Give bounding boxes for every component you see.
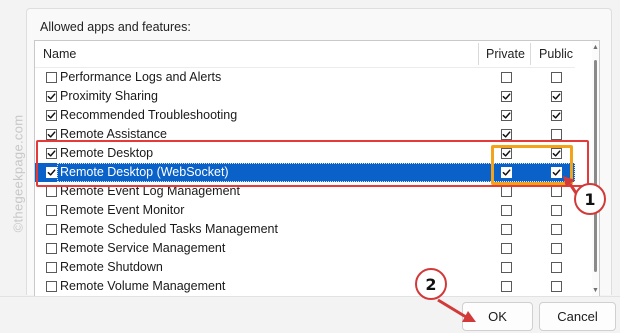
cancel-button[interactable]: Cancel <box>539 302 616 331</box>
enable-checkbox[interactable] <box>46 72 57 83</box>
column-header-name[interactable]: Name <box>43 41 76 67</box>
scroll-up-icon[interactable]: ▲ <box>592 43 599 53</box>
scroll-down-icon[interactable]: ▼ <box>592 286 599 296</box>
private-checkbox[interactable] <box>501 243 512 254</box>
public-checkbox[interactable] <box>551 72 562 83</box>
private-checkbox[interactable] <box>501 72 512 83</box>
enable-checkbox[interactable] <box>46 186 57 197</box>
list-item[interactable]: Remote Service Management <box>35 239 575 258</box>
column-divider <box>530 43 531 65</box>
public-checkbox[interactable] <box>551 110 562 121</box>
list-item[interactable]: Remote Shutdown <box>35 258 575 277</box>
list-item[interactable]: Performance Logs and Alerts <box>35 68 575 87</box>
list-item-label: Remote Event Monitor <box>60 203 185 217</box>
public-checkbox[interactable] <box>551 91 562 102</box>
list-item-label: Remote Volume Management <box>60 279 226 293</box>
private-checkbox[interactable] <box>501 262 512 273</box>
public-checkbox[interactable] <box>551 281 562 292</box>
column-divider <box>478 43 479 65</box>
scrollbar-thumb[interactable] <box>594 60 597 272</box>
list-item[interactable]: Proximity Sharing <box>35 87 575 106</box>
highlight-box-orange <box>491 145 573 185</box>
enable-checkbox[interactable] <box>46 262 57 273</box>
step-badge-1: 1 <box>574 183 606 215</box>
private-checkbox[interactable] <box>501 110 512 121</box>
list-item-label: Remote Service Management <box>60 241 226 255</box>
enable-checkbox[interactable] <box>46 129 57 140</box>
list-item-label: Performance Logs and Alerts <box>60 70 222 84</box>
private-checkbox[interactable] <box>501 91 512 102</box>
enable-checkbox[interactable] <box>46 281 57 292</box>
private-checkbox[interactable] <box>501 129 512 140</box>
private-checkbox[interactable] <box>501 281 512 292</box>
private-checkbox[interactable] <box>501 186 512 197</box>
enable-checkbox[interactable] <box>46 110 57 121</box>
list-item-label: Remote Assistance <box>60 127 167 141</box>
section-label: Allowed apps and features: <box>40 20 191 34</box>
enable-checkbox[interactable] <box>46 91 57 102</box>
list-item-label: Remote Shutdown <box>60 260 163 274</box>
list-item-label: Recommended Troubleshooting <box>60 108 238 122</box>
private-checkbox[interactable] <box>501 205 512 216</box>
enable-checkbox[interactable] <box>46 243 57 254</box>
list-item-label: Proximity Sharing <box>60 89 158 103</box>
column-header-private[interactable]: Private <box>486 41 525 67</box>
public-checkbox[interactable] <box>551 129 562 140</box>
list-item-label: Remote Scheduled Tasks Management <box>60 222 278 236</box>
ok-button[interactable]: OK <box>462 302 533 331</box>
public-checkbox[interactable] <box>551 186 562 197</box>
enable-checkbox[interactable] <box>46 205 57 216</box>
list-item[interactable]: Remote Volume Management <box>35 277 575 296</box>
public-checkbox[interactable] <box>551 205 562 216</box>
public-checkbox[interactable] <box>551 262 562 273</box>
step-badge-2: 2 <box>415 268 447 300</box>
column-header-public[interactable]: Public <box>539 41 573 67</box>
list-item[interactable]: Remote Event Monitor <box>35 201 575 220</box>
watermark: ©thegeekpage.com <box>10 114 26 233</box>
list-item[interactable]: Remote Scheduled Tasks Management <box>35 220 575 239</box>
enable-checkbox[interactable] <box>46 224 57 235</box>
public-checkbox[interactable] <box>551 224 562 235</box>
private-checkbox[interactable] <box>501 224 512 235</box>
list-item[interactable]: Recommended Troubleshooting <box>35 106 575 125</box>
public-checkbox[interactable] <box>551 243 562 254</box>
